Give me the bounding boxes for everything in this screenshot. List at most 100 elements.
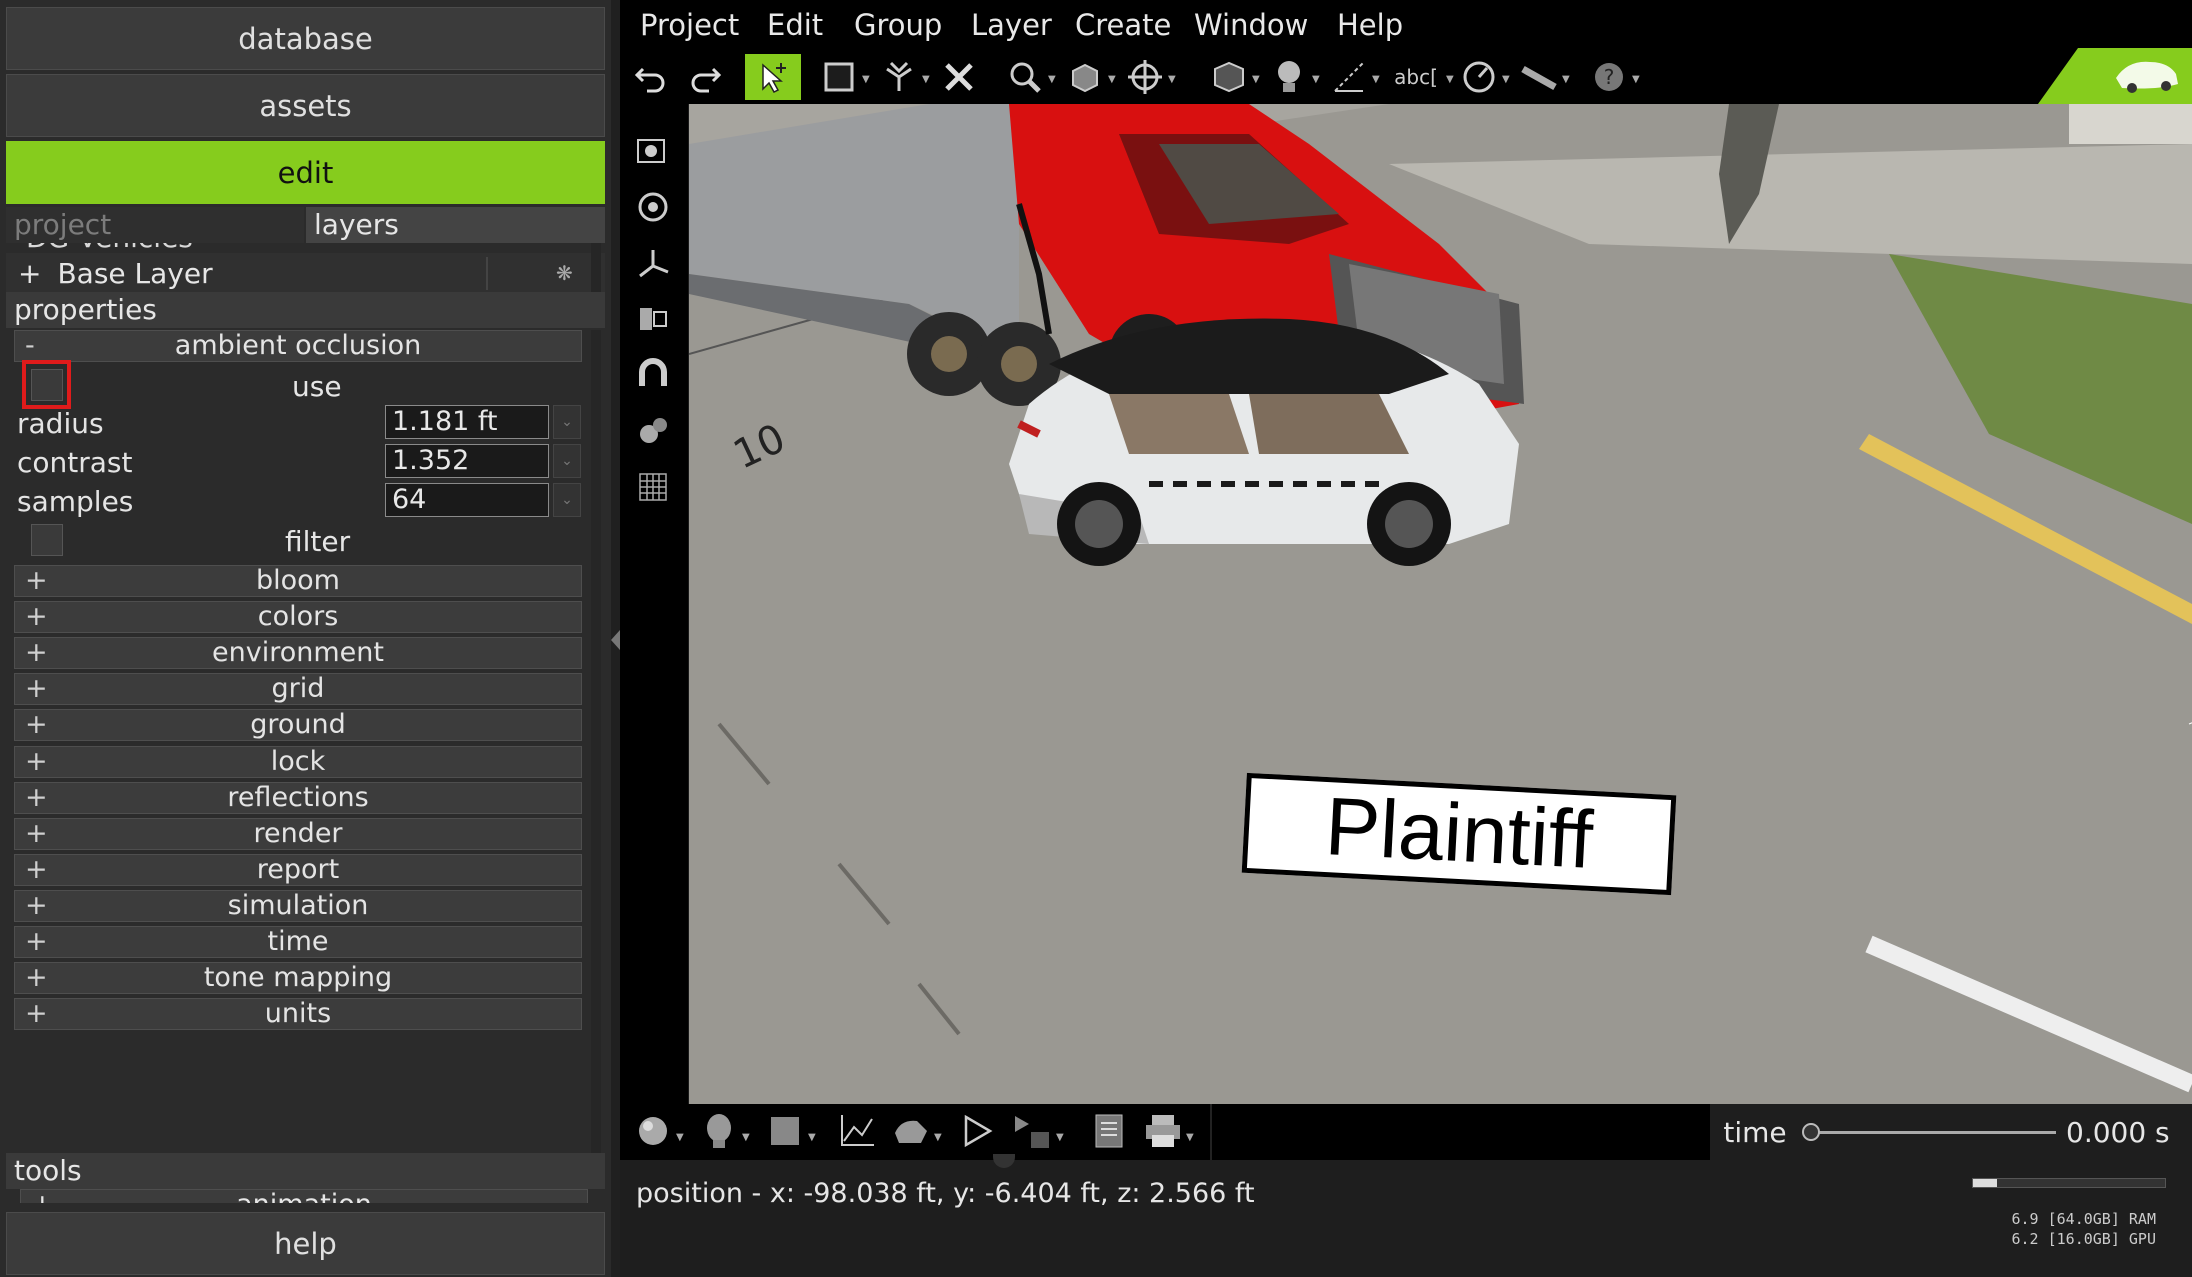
zoom-icon[interactable] (1002, 54, 1048, 100)
move-dropdown-icon[interactable]: ▼ (1168, 74, 1176, 85)
contrast-spinner[interactable]: ⌄ (553, 444, 581, 478)
expand-icon[interactable]: + (25, 963, 48, 993)
magnet-icon[interactable] (630, 352, 676, 398)
print-dropdown-icon[interactable]: ▼ (1186, 1132, 1194, 1143)
expand-icon[interactable]: + (25, 710, 48, 740)
axes-icon[interactable] (630, 240, 676, 286)
text-tool-dropdown-icon[interactable]: ▼ (1446, 74, 1454, 85)
collapse-icon[interactable]: - (25, 331, 35, 361)
expand-icon[interactable]: + (25, 855, 48, 885)
head-icon[interactable] (696, 1108, 742, 1154)
gears-icon[interactable] (630, 408, 676, 454)
expand-icon[interactable]: + (25, 566, 48, 596)
radius-spinner[interactable]: ⌄ (553, 405, 581, 439)
crash-dropdown-icon[interactable]: ▼ (934, 1132, 942, 1143)
view-cube-dropdown-icon[interactable]: ▼ (1108, 74, 1116, 85)
menu-project[interactable]: Project (640, 8, 739, 42)
layer-item-base[interactable]: + Base Layer ❋ (6, 253, 605, 294)
box-select-icon[interactable] (816, 54, 862, 100)
light-icon[interactable] (1266, 54, 1312, 100)
group-animation[interactable]: +animation (20, 1189, 588, 1203)
record-icon[interactable] (1010, 1108, 1056, 1154)
expand-icon[interactable]: + (25, 638, 48, 668)
record-dropdown-icon[interactable]: ▼ (1056, 1132, 1064, 1143)
crash-icon[interactable] (888, 1108, 934, 1154)
expand-icon[interactable]: + (18, 257, 41, 290)
expand-icon[interactable]: + (25, 819, 48, 849)
group-lock[interactable]: + lock (14, 746, 582, 778)
group-tone-mapping[interactable]: + tone mapping (14, 962, 582, 994)
assets-button[interactable]: assets (6, 74, 605, 137)
measure-icon[interactable] (1326, 54, 1372, 100)
expand-icon[interactable]: + (25, 783, 48, 813)
edit-button[interactable]: edit (6, 141, 605, 204)
graph-icon[interactable] (834, 1108, 880, 1154)
snowflake-icon[interactable]: ❋ (556, 253, 573, 294)
help-dropdown-icon[interactable]: ▼ (1632, 74, 1640, 85)
filter-checkbox[interactable] (31, 524, 63, 556)
object-icon[interactable] (1206, 54, 1252, 100)
3d-viewport[interactable]: Plaintiff 10 (689, 104, 2192, 1104)
database-button[interactable]: database (6, 7, 605, 70)
report-icon[interactable] (1086, 1108, 1132, 1154)
expand-icon[interactable]: + (25, 747, 48, 777)
menu-window[interactable]: Window (1194, 8, 1308, 42)
menu-help[interactable]: Help (1337, 8, 1403, 42)
transform-dropdown-icon[interactable]: ▼ (922, 74, 930, 85)
camera-icon[interactable] (630, 128, 676, 174)
light-dropdown-icon[interactable]: ▼ (1312, 74, 1320, 85)
snap-icon[interactable] (630, 296, 676, 342)
transform-icon[interactable] (876, 54, 922, 100)
group-reflections[interactable]: + reflections (14, 782, 582, 814)
group-environment[interactable]: + environment (14, 637, 582, 669)
timeline-slider-thumb[interactable] (1802, 1123, 1820, 1141)
group-report[interactable]: + report (14, 854, 582, 886)
box-select-dropdown-icon[interactable]: ▼ (862, 74, 870, 85)
undo-icon[interactable] (628, 54, 674, 100)
group-bloom[interactable]: + bloom (14, 565, 582, 597)
group-ambient-occlusion[interactable]: - ambient occlusion (14, 330, 582, 362)
samples-spinner[interactable]: ⌄ (553, 483, 581, 517)
menu-layer[interactable]: Layer (971, 8, 1052, 42)
properties-scrollbar[interactable] (591, 330, 601, 1160)
expand-icon[interactable]: + (25, 999, 48, 1029)
gauge-icon[interactable] (1456, 54, 1502, 100)
measure-dropdown-icon[interactable]: ▼ (1372, 74, 1380, 85)
help-circle-icon[interactable]: ? (1586, 54, 1632, 100)
play-icon[interactable] (954, 1108, 1000, 1154)
expand-icon[interactable]: + (25, 674, 48, 704)
help-button[interactable]: help (6, 1212, 605, 1275)
menu-edit[interactable]: Edit (767, 8, 823, 42)
collapse-arrow-icon[interactable] (611, 630, 620, 650)
sphere-icon[interactable] (630, 1108, 676, 1154)
tab-project[interactable]: project (6, 207, 304, 243)
gauge-dropdown-icon[interactable]: ▼ (1502, 74, 1510, 85)
tape-icon[interactable] (1516, 54, 1562, 100)
text-tool-icon[interactable]: abc[ (1386, 54, 1446, 100)
contrast-input[interactable]: 1.352 (385, 444, 549, 478)
layers-scrollbar[interactable] (591, 243, 601, 293)
tape-dropdown-icon[interactable]: ▼ (1562, 74, 1570, 85)
group-simulation[interactable]: + simulation (14, 890, 582, 922)
head-dropdown-icon[interactable]: ▼ (742, 1132, 750, 1143)
menu-group[interactable]: Group (854, 8, 942, 42)
group-render[interactable]: + render (14, 818, 582, 850)
expand-icon[interactable]: + (25, 602, 48, 632)
panel-splitter[interactable] (611, 0, 620, 1277)
expand-icon[interactable]: + (25, 891, 48, 921)
radius-input[interactable]: 1.181 ft (385, 405, 549, 439)
group-ground[interactable]: + ground (14, 709, 582, 741)
redo-icon[interactable] (682, 54, 728, 100)
group-grid[interactable]: + grid (14, 673, 582, 705)
square-icon[interactable] (762, 1108, 808, 1154)
print-icon[interactable] (1140, 1108, 1186, 1154)
delete-icon[interactable] (936, 54, 982, 100)
samples-input[interactable]: 64 (385, 483, 549, 517)
select-tool-icon[interactable] (745, 54, 801, 100)
move-icon[interactable] (1122, 54, 1168, 100)
group-units[interactable]: + units (14, 998, 582, 1030)
zoom-dropdown-icon[interactable]: ▼ (1048, 74, 1056, 85)
orbit-icon[interactable] (630, 184, 676, 230)
tab-layers[interactable]: layers (306, 207, 605, 243)
expand-handle-icon[interactable] (993, 1154, 1015, 1168)
